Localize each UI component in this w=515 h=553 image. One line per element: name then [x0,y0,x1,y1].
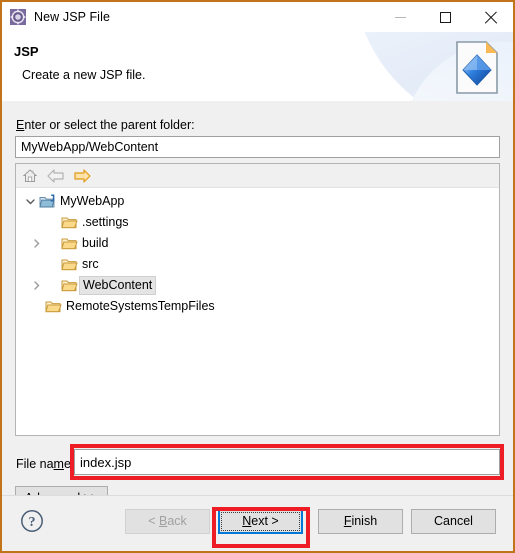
jsp-wizard-icon [10,9,26,25]
chevron-right-icon[interactable] [28,239,44,248]
maximize-button[interactable] [423,2,468,32]
tree-node-remotesystemstempfiles[interactable]: RemoteSystemsTempFiles [16,296,499,317]
maximize-icon [440,11,451,23]
window-title: New JSP File [34,9,110,24]
tree-toolbar [16,164,499,188]
next-button-focus-ring: Next > [221,512,300,531]
back-arrow-icon [46,166,66,185]
close-icon [484,11,497,24]
page-title: JSP [14,44,39,59]
home-icon[interactable] [20,166,40,185]
folder-icon [60,278,78,293]
folder-tree[interactable]: MyWebApp .settings build src WebContent … [16,188,499,317]
minimize-icon [395,16,406,18]
finish-button[interactable]: Finish [318,509,403,534]
folder-icon [60,236,78,251]
chevron-right-icon[interactable] [28,281,44,290]
folder-icon [60,257,78,272]
tree-node-label: .settings [82,215,129,230]
tree-node-settings[interactable]: .settings [16,212,499,233]
forward-arrow-icon[interactable] [72,166,92,185]
minimize-button[interactable] [378,2,423,32]
cancel-button[interactable]: Cancel [411,509,496,534]
tree-node-label: src [82,257,99,272]
tree-node-label: build [82,236,109,251]
folder-tree-panel: MyWebApp .settings build src WebContent … [15,163,500,436]
jsp-file-banner-icon [455,41,499,95]
new-jsp-file-dialog: New JSP File JSP Create a new JSP file. [0,0,515,553]
file-name-label: File name: [16,457,75,471]
tree-node-mywebapp[interactable]: MyWebApp [16,191,499,212]
close-button[interactable] [468,2,513,32]
next-button[interactable]: Next > [218,509,303,534]
page-subtitle: Create a new JSP file. [22,68,146,82]
file-name-input[interactable] [74,449,500,475]
parent-folder-input[interactable] [15,136,500,158]
tree-node-webcontent[interactable]: WebContent [16,275,499,296]
wizard-banner: JSP Create a new JSP file. [2,32,513,102]
folder-icon [60,215,78,230]
window-controls [378,2,513,32]
tree-node-label: MyWebApp [60,194,125,209]
tree-node-label: RemoteSystemsTempFiles [66,299,215,314]
tree-node-build[interactable]: build [16,233,499,254]
dialog-footer: ? < Back Next > Finish Cancel [2,495,513,551]
title-bar: New JSP File [2,2,513,32]
chevron-down-icon[interactable] [22,197,38,206]
tree-node-src[interactable]: src [16,254,499,275]
parent-folder-label: Enter or select the parent folder: [16,118,195,132]
help-question-icon[interactable]: ? [20,509,44,533]
dialog-body: Enter or select the parent folder: MyWeb… [2,101,513,511]
back-button[interactable]: < Back [125,509,210,534]
java-project-folder-icon [38,194,56,209]
folder-icon [44,299,62,314]
tree-node-label: WebContent [78,276,157,295]
svg-text:?: ? [29,515,36,530]
